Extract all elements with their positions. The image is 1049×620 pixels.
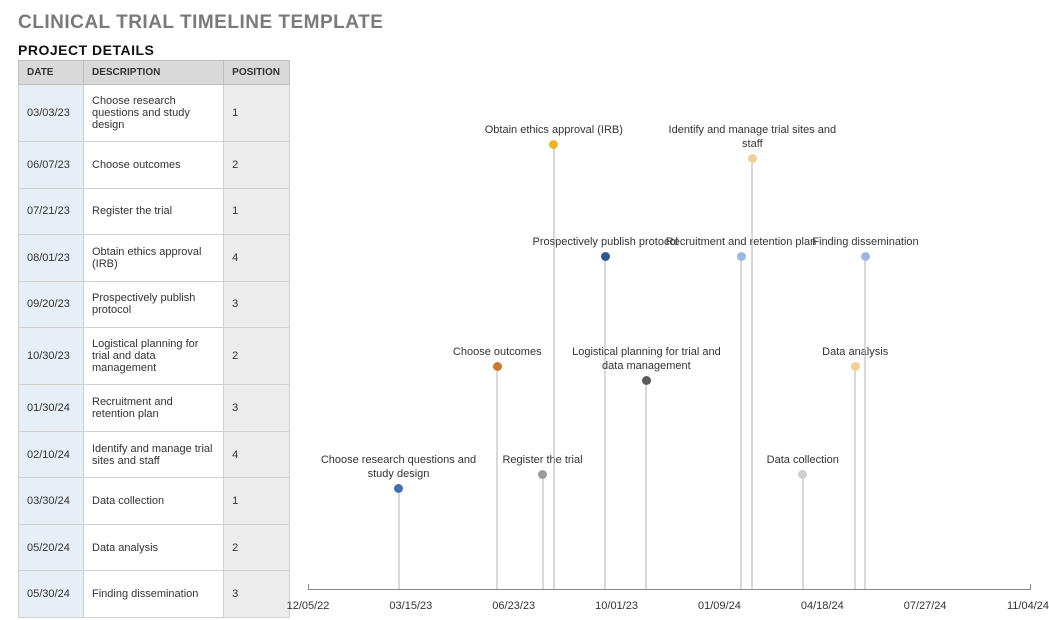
- cell-description: Register the trial: [84, 188, 224, 235]
- cell-description: Finding dissemination: [84, 571, 224, 618]
- milestone-dot-icon: [538, 470, 547, 479]
- cell-description: Choose outcomes: [84, 142, 224, 189]
- milestone: Register the trial: [458, 454, 628, 479]
- milestone: Data analysis: [770, 346, 940, 371]
- cell-date: 03/03/23: [19, 85, 84, 142]
- x-tick: 04/18/24: [801, 600, 844, 612]
- x-tick: 03/15/23: [389, 600, 432, 612]
- milestone-dot-icon: [737, 252, 746, 261]
- col-header-description: DESCRIPTION: [84, 61, 224, 85]
- milestone-label: Data collection: [718, 454, 888, 468]
- milestone-dot-icon: [394, 484, 403, 493]
- table-row: 10/30/23Logistical planning for trial an…: [19, 328, 290, 385]
- x-tick: 11/04/24: [1007, 600, 1049, 612]
- milestone-label: Logistical planning for trial and data m…: [561, 346, 731, 374]
- milestone-dot-icon: [601, 252, 610, 261]
- milestone-dot-icon: [642, 376, 651, 385]
- x-tick: 01/09/24: [698, 600, 741, 612]
- timeline-chart: 12/05/2203/15/2306/23/2310/01/2301/09/24…: [308, 78, 1031, 618]
- milestone-stem: [542, 479, 543, 590]
- project-details-table: DATE DESCRIPTION POSITION 03/03/23Choose…: [18, 60, 290, 618]
- milestone: Obtain ethics approval (IRB): [469, 124, 639, 149]
- cell-position: 3: [224, 281, 290, 328]
- milestone-stem: [553, 149, 554, 590]
- cell-date: 01/30/24: [19, 385, 84, 432]
- x-axis: [308, 589, 1031, 590]
- cell-description: Obtain ethics approval (IRB): [84, 235, 224, 282]
- cell-position: 1: [224, 188, 290, 235]
- milestone-label: Obtain ethics approval (IRB): [469, 124, 639, 138]
- milestone-label: Finding dissemination: [780, 236, 950, 250]
- x-tick: 10/01/23: [595, 600, 638, 612]
- cell-date: 08/01/23: [19, 235, 84, 282]
- milestone: Identify and manage trial sites and staf…: [667, 124, 837, 163]
- cell-position: 1: [224, 85, 290, 142]
- cell-date: 06/07/23: [19, 142, 84, 189]
- table-row: 03/30/24Data collection1: [19, 478, 290, 525]
- milestone-stem: [605, 261, 606, 590]
- cell-date: 05/30/24: [19, 571, 84, 618]
- cell-description: Prospectively publish protocol: [84, 281, 224, 328]
- milestone-stem: [865, 261, 866, 590]
- milestone-dot-icon: [861, 252, 870, 261]
- milestone: Data collection: [718, 454, 888, 479]
- page-title: CLINICAL TRIAL TIMELINE TEMPLATE: [18, 12, 1031, 34]
- milestone-label: Register the trial: [458, 454, 628, 468]
- cell-position: 4: [224, 431, 290, 478]
- table-row: 02/10/24Identify and manage trial sites …: [19, 431, 290, 478]
- cell-date: 05/20/24: [19, 524, 84, 571]
- cell-position: 2: [224, 524, 290, 571]
- cell-position: 1: [224, 478, 290, 525]
- col-header-position: POSITION: [224, 61, 290, 85]
- x-tick: 06/23/23: [492, 600, 535, 612]
- cell-position: 4: [224, 235, 290, 282]
- section-title: PROJECT DETAILS: [18, 42, 1031, 58]
- milestone-stem: [497, 371, 498, 590]
- table-row: 01/30/24Recruitment and retention plan3: [19, 385, 290, 432]
- table-row: 03/03/23Choose research questions and st…: [19, 85, 290, 142]
- cell-date: 07/21/23: [19, 188, 84, 235]
- cell-position: 3: [224, 571, 290, 618]
- table-row: 09/20/23Prospectively publish protocol3: [19, 281, 290, 328]
- cell-description: Data analysis: [84, 524, 224, 571]
- cell-description: Choose research questions and study desi…: [84, 85, 224, 142]
- cell-position: 2: [224, 142, 290, 189]
- cell-description: Identify and manage trial sites and staf…: [84, 431, 224, 478]
- cell-date: 10/30/23: [19, 328, 84, 385]
- milestone: Logistical planning for trial and data m…: [561, 346, 731, 385]
- milestone-label: Choose outcomes: [412, 346, 582, 360]
- table-row: 06/07/23Choose outcomes2: [19, 142, 290, 189]
- milestone-dot-icon: [748, 154, 757, 163]
- x-tick: 12/05/22: [287, 600, 330, 612]
- col-header-date: DATE: [19, 61, 84, 85]
- milestone-dot-icon: [798, 470, 807, 479]
- table-row: 05/20/24Data analysis2: [19, 524, 290, 571]
- milestone-dot-icon: [851, 362, 860, 371]
- cell-date: 09/20/23: [19, 281, 84, 328]
- cell-date: 02/10/24: [19, 431, 84, 478]
- cell-description: Recruitment and retention plan: [84, 385, 224, 432]
- milestone-label: Identify and manage trial sites and staf…: [667, 124, 837, 152]
- milestone-dot-icon: [549, 140, 558, 149]
- milestone-stem: [855, 371, 856, 590]
- cell-position: 3: [224, 385, 290, 432]
- milestone-dot-icon: [493, 362, 502, 371]
- cell-description: Logistical planning for trial and data m…: [84, 328, 224, 385]
- milestone-stem: [398, 493, 399, 590]
- table-row: 07/21/23Register the trial1: [19, 188, 290, 235]
- milestone: Choose outcomes: [412, 346, 582, 371]
- table-row: 05/30/24Finding dissemination3: [19, 571, 290, 618]
- table-row: 08/01/23Obtain ethics approval (IRB)4: [19, 235, 290, 282]
- milestone-label: Data analysis: [770, 346, 940, 360]
- x-tick: 07/27/24: [904, 600, 947, 612]
- milestone: Finding dissemination: [780, 236, 950, 261]
- milestone-stem: [646, 385, 647, 590]
- milestone-stem: [802, 479, 803, 590]
- cell-position: 2: [224, 328, 290, 385]
- cell-description: Data collection: [84, 478, 224, 525]
- cell-date: 03/30/24: [19, 478, 84, 525]
- milestone-stem: [752, 163, 753, 590]
- milestone-stem: [741, 261, 742, 590]
